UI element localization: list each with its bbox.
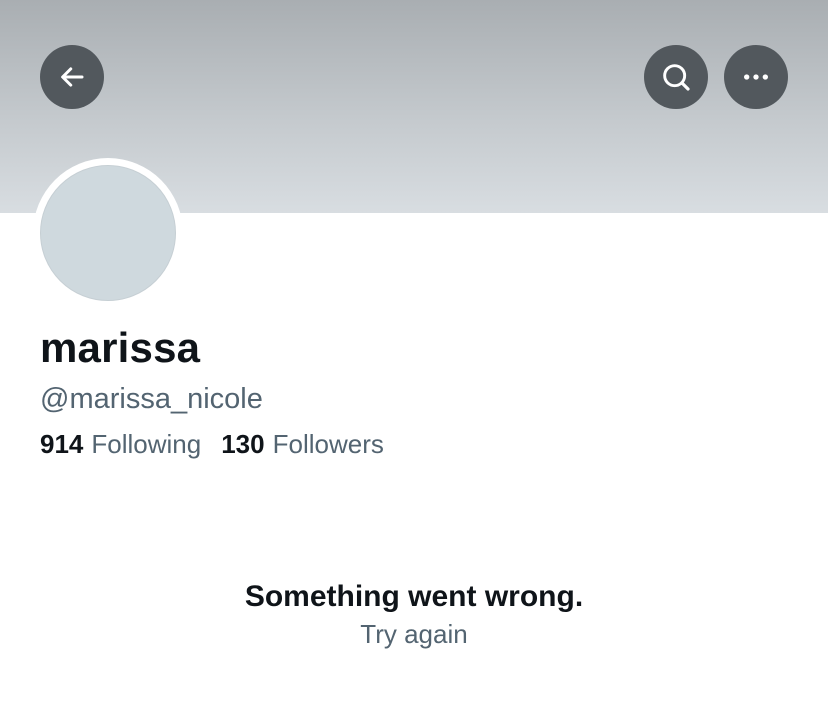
more-dots-icon (744, 74, 768, 80)
search-button[interactable] (644, 45, 708, 109)
profile-stats: 914 Following 130 Followers (40, 426, 384, 462)
followers-label: Followers (272, 429, 384, 459)
search-icon (663, 64, 690, 91)
back-button[interactable] (40, 45, 104, 109)
display-name: marissa (40, 324, 201, 371)
avatar[interactable] (40, 165, 176, 301)
error-message: Something went wrong. (244, 580, 584, 613)
user-handle: @marissa_nicole (40, 383, 263, 415)
more-options-button[interactable] (724, 45, 788, 109)
arrow-left-icon (61, 67, 84, 87)
following-label: Following (91, 429, 202, 459)
following-link[interactable]: 914 Following (40, 426, 201, 462)
try-again-link[interactable]: Try again (360, 619, 467, 649)
following-count: 914 (40, 429, 84, 459)
followers-link[interactable]: 130 Followers (221, 426, 384, 462)
retry-container: Try again (0, 617, 828, 651)
followers-count: 130 (221, 429, 265, 459)
